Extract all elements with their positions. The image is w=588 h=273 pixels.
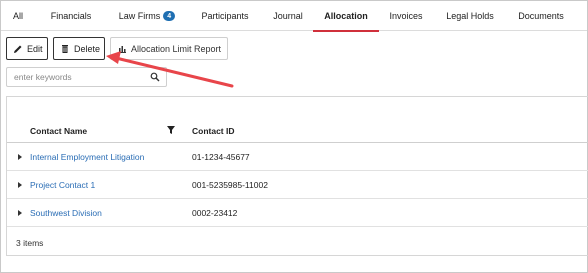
column-header-contact-id[interactable]: Contact ID (192, 126, 235, 136)
tab-journal[interactable]: Journal (263, 1, 313, 31)
count-badge: 4 (163, 10, 176, 21)
contact-name-link[interactable]: Southwest Division (30, 208, 102, 218)
contact-id: 001-5235985-11002 (192, 180, 268, 190)
contacts-grid: Contact Name Contact ID Internal Employm… (6, 96, 588, 256)
tab-allocation[interactable]: Allocation (313, 1, 379, 32)
tab-invoices[interactable]: Invoices (379, 1, 433, 31)
filter-icon[interactable] (166, 125, 176, 135)
table-row: Internal Employment Litigation 01-1234-4… (7, 143, 588, 171)
tab-all[interactable]: All (1, 1, 35, 31)
table-row: Project Contact 1 001-5235985-11002 (7, 171, 588, 199)
expand-arrow-icon[interactable] (18, 210, 22, 216)
item-count: 3 items (16, 238, 44, 248)
tab-label: Invoices (389, 10, 423, 21)
tab-label: Allocation (324, 10, 368, 21)
column-header-contact-name[interactable]: Contact Name (30, 126, 87, 136)
edit-label: Edit (27, 43, 43, 54)
tab-participants[interactable]: Participants (187, 1, 263, 31)
contact-id: 0002-23412 (192, 208, 238, 218)
delete-label: Delete (74, 43, 101, 54)
delete-button[interactable]: Delete (53, 37, 105, 60)
tab-label: Participants (201, 10, 249, 21)
tab-label: Financials (50, 10, 92, 21)
tab-label: All (12, 10, 23, 21)
tab-law-firms[interactable]: Law Firms 4 (107, 1, 187, 31)
grid-footer: 3 items (7, 229, 588, 256)
contact-id: 01-1234-45677 (192, 152, 250, 162)
search-box (6, 67, 167, 87)
expand-arrow-icon[interactable] (18, 154, 22, 160)
expand-arrow-icon[interactable] (18, 182, 22, 188)
tab-label: Documents (518, 10, 564, 21)
grid-header: Contact Name Contact ID (7, 119, 588, 143)
search-icon[interactable] (150, 72, 160, 82)
trash-icon (60, 44, 70, 54)
tab-financials[interactable]: Financials (35, 1, 107, 31)
tab-label: Legal Holds (446, 10, 494, 21)
contact-name-link[interactable]: Project Contact 1 (30, 180, 95, 190)
tab-documents[interactable]: Documents (507, 1, 575, 31)
bar-chart-icon (117, 44, 127, 54)
pencil-icon (13, 44, 23, 54)
edit-button[interactable]: Edit (6, 37, 48, 60)
tab-label: Journal (273, 10, 303, 21)
search-input[interactable] (7, 68, 147, 86)
report-label: Allocation Limit Report (131, 43, 222, 54)
tab-label: Law Firms (118, 10, 161, 21)
tab-legal-holds[interactable]: Legal Holds (433, 1, 507, 31)
allocation-limit-report-button[interactable]: Allocation Limit Report (110, 37, 228, 60)
table-row: Southwest Division 0002-23412 (7, 199, 588, 227)
contact-name-link[interactable]: Internal Employment Litigation (30, 152, 144, 162)
tab-bar: All Financials Law Firms 4 Participants J… (1, 1, 587, 32)
